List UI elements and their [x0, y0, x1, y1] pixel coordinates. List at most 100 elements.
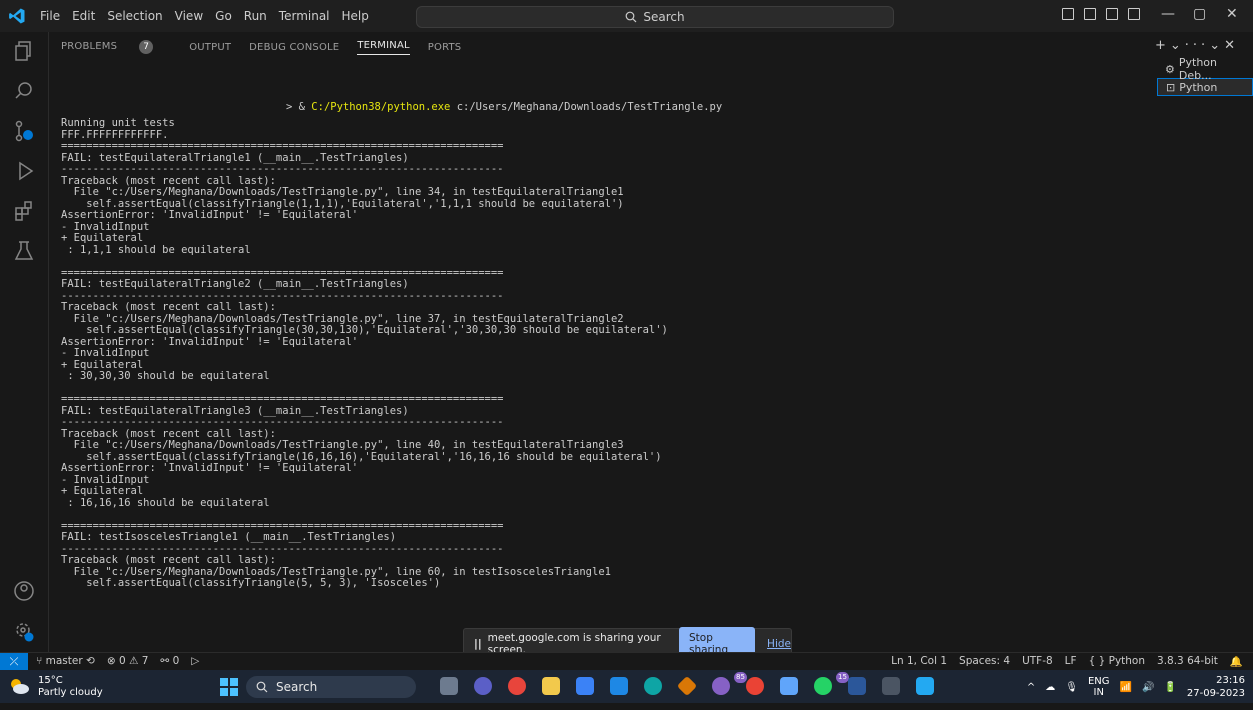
debug-status-icon[interactable]: ▷	[191, 655, 199, 667]
weather-widget[interactable]: 15°C Partly cloudy	[38, 675, 103, 699]
toggle-secondary-sidebar-icon[interactable]	[1106, 8, 1118, 20]
app-diamond-icon[interactable]	[676, 675, 698, 697]
language-mode[interactable]: { } Python	[1089, 655, 1145, 668]
menu-file[interactable]: File	[40, 9, 60, 23]
activity-bar	[0, 32, 49, 652]
weather-icon[interactable]	[8, 677, 30, 695]
menu-go[interactable]: Go	[215, 9, 232, 23]
layout-controls	[1062, 8, 1140, 20]
close-panel-icon[interactable]: ✕	[1224, 38, 1239, 53]
wifi-icon[interactable]: 📶	[1120, 682, 1132, 693]
source-control-icon[interactable]	[13, 120, 35, 142]
tab-problems[interactable]: PROBLEMS 7	[61, 40, 171, 54]
cursor-position[interactable]: Ln 1, Col 1	[891, 655, 947, 668]
onedrive-icon[interactable]: ☁	[1045, 682, 1055, 693]
terminal-list-item-debug[interactable]: ⚙ Python Deb...	[1157, 56, 1253, 82]
language-indicator[interactable]: ENG IN	[1088, 676, 1110, 698]
customize-layout-icon[interactable]	[1128, 8, 1140, 20]
pause-icon: ||	[474, 638, 482, 650]
branch-icon: ⑂	[36, 655, 46, 667]
terminal-list: ⚙ Python Deb... ⊡ Python	[1157, 56, 1253, 96]
vscode-taskbar-icon[interactable]	[916, 677, 934, 695]
panel-actions: +⌄···⌄✕	[1155, 38, 1239, 53]
remote-indicator-icon[interactable]: ⤫	[0, 653, 28, 671]
search-icon	[256, 681, 268, 693]
extensions-icon[interactable]	[13, 200, 35, 222]
taskbar-search-label: Search	[276, 680, 318, 694]
file-explorer-icon[interactable]	[542, 677, 560, 695]
vscode-logo-icon	[9, 8, 25, 24]
store-icon[interactable]	[576, 677, 594, 695]
chrome-profile-icon[interactable]	[746, 677, 764, 695]
notepad-icon[interactable]	[780, 677, 798, 695]
problems-indicator[interactable]: ⊗ 0 ⚠ 7	[107, 655, 149, 667]
end-of-line[interactable]: LF	[1065, 655, 1077, 668]
run-debug-icon[interactable]	[13, 160, 35, 182]
error-count: 0	[118, 655, 126, 667]
terminal-command-line: > & C:/Python38/python.exe c:/Users/Megh…	[286, 101, 722, 113]
tab-debug-console[interactable]: DEBUG CONSOLE	[249, 42, 339, 53]
problems-count-badge: 7	[139, 40, 154, 54]
script-path: c:/Users/Meghana/Downloads/TestTriangle.…	[450, 101, 723, 113]
maximize-panel-icon[interactable]: ⌄	[1209, 38, 1224, 53]
branch-indicator[interactable]: ⑂ master ⟲	[36, 655, 95, 667]
linkedin-icon[interactable]	[610, 677, 628, 695]
tray-overflow-icon[interactable]: ^	[1027, 682, 1035, 693]
indentation[interactable]: Spaces: 4	[959, 655, 1010, 668]
tab-output[interactable]: OUTPUT	[189, 42, 231, 53]
ports-count: 0	[172, 655, 180, 667]
menu-view[interactable]: View	[175, 9, 203, 23]
edge-icon[interactable]	[644, 677, 662, 695]
task-view-icon[interactable]	[440, 677, 458, 695]
terminal-app-icon[interactable]	[882, 677, 900, 695]
clock[interactable]: 23:16 27-09-2023	[1187, 674, 1245, 700]
chrome-icon[interactable]	[508, 677, 526, 695]
command-center-search[interactable]: Search	[416, 6, 894, 28]
warning-count: 7	[141, 655, 149, 667]
python-interpreter[interactable]: 3.8.3 64-bit	[1157, 655, 1218, 668]
python-exe-path: C:/Python38/python.exe	[311, 101, 451, 113]
debug-icon: ⚙	[1165, 62, 1175, 76]
battery-icon[interactable]: 🔋	[1164, 682, 1176, 693]
testing-icon[interactable]	[13, 240, 35, 262]
mic-icon[interactable]: 🎙	[1065, 682, 1078, 693]
word-icon[interactable]	[848, 677, 866, 695]
status-right: Ln 1, Col 1 Spaces: 4 UTF-8 LF { } Pytho…	[891, 655, 1243, 668]
taskbar-search[interactable]: Search	[246, 676, 416, 698]
ports-indicator[interactable]: ⚯ 0	[160, 655, 179, 667]
hide-link[interactable]: Hide	[767, 638, 791, 650]
menu-help[interactable]: Help	[342, 9, 369, 23]
app-notification-icon[interactable]	[712, 677, 730, 695]
whatsapp-icon[interactable]	[814, 677, 832, 695]
maximize-icon[interactable]: ▢	[1193, 6, 1206, 22]
status-bar: ⤫ ⑂ master ⟲ ⊗ 0 ⚠ 7 ⚯ 0 ▷ Ln 1, Col 1 S…	[0, 652, 1253, 671]
chevron-down-icon[interactable]: ⌄	[1170, 38, 1185, 53]
explorer-icon[interactable]	[13, 40, 35, 62]
panel-tabs: PROBLEMS 7 OUTPUT DEBUG CONSOLE TERMINAL …	[61, 37, 479, 57]
toggle-panel-icon[interactable]	[1084, 8, 1096, 20]
encoding[interactable]: UTF-8	[1022, 655, 1053, 668]
menu-bar: File Edit Selection View Go Run Terminal…	[40, 0, 381, 32]
menu-run[interactable]: Run	[244, 9, 267, 23]
manage-gear-icon[interactable]	[13, 620, 35, 642]
system-tray: ^ ☁ 🎙 ENG IN 📶 🔊 🔋 23:16 27-09-2023	[1027, 674, 1245, 700]
teams-chat-icon[interactable]	[474, 677, 492, 695]
terminal-output[interactable]: Running unit tests FFF.FFFFFFFFFFFF. ===…	[61, 118, 1151, 710]
time: 23:16	[1216, 675, 1245, 686]
search-icon[interactable]	[13, 80, 35, 102]
close-icon[interactable]: ✕	[1226, 6, 1238, 22]
accounts-icon[interactable]	[13, 580, 35, 602]
more-actions-icon[interactable]: ···	[1185, 38, 1209, 53]
menu-selection[interactable]: Selection	[107, 9, 162, 23]
terminal-name: Python Deb...	[1178, 56, 1218, 82]
volume-icon[interactable]: 🔊	[1142, 682, 1154, 693]
toggle-sidebar-icon[interactable]	[1062, 8, 1074, 20]
minimize-icon[interactable]: —	[1161, 6, 1175, 22]
notifications-icon[interactable]: 🔔	[1230, 655, 1243, 668]
windows-start-icon[interactable]	[220, 678, 238, 696]
menu-edit[interactable]: Edit	[72, 9, 95, 23]
menu-terminal[interactable]: Terminal	[279, 9, 330, 23]
new-terminal-icon[interactable]: +	[1155, 38, 1170, 53]
tab-ports[interactable]: PORTS	[428, 42, 462, 53]
tab-terminal[interactable]: TERMINAL	[357, 40, 410, 55]
